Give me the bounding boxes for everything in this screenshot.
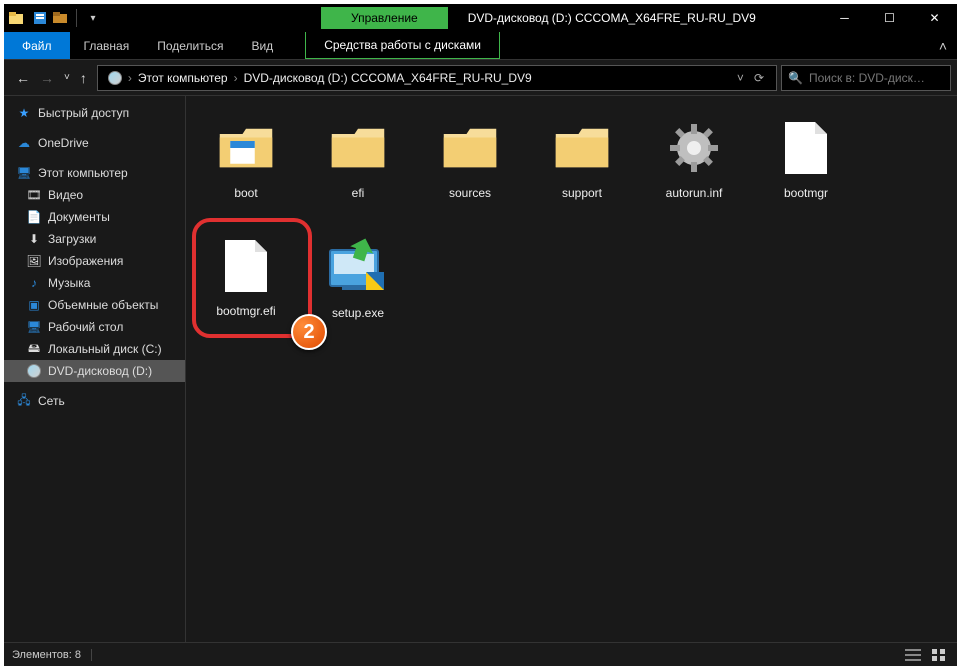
view-largeicons-icon[interactable] bbox=[929, 647, 949, 663]
ribbon: Файл Главная Поделиться Вид Средства раб… bbox=[4, 32, 957, 60]
sidebar-item-3d[interactable]: ▣Объемные объекты bbox=[4, 294, 185, 316]
file-item-boot[interactable]: boot bbox=[194, 106, 298, 216]
search-icon: 🔍 bbox=[788, 71, 803, 85]
sidebar-item-video[interactable]: 🎞Видео bbox=[4, 184, 185, 206]
bc-icon bbox=[104, 71, 126, 85]
cube-icon: ▣ bbox=[26, 297, 42, 313]
bc-sep-icon: › bbox=[126, 71, 134, 85]
maximize-button[interactable]: ☐ bbox=[867, 4, 912, 32]
file-grid: boot efi sources support bbox=[186, 96, 957, 642]
star-icon: ★ bbox=[16, 105, 32, 121]
tab-view[interactable]: Вид bbox=[237, 32, 287, 59]
cloud-icon: ☁ bbox=[16, 135, 32, 151]
app-icon bbox=[8, 10, 24, 26]
search-placeholder: Поиск в: DVD-диск… bbox=[809, 71, 925, 85]
qat-newfolder-icon[interactable] bbox=[52, 10, 68, 26]
file-item-efi[interactable]: efi bbox=[306, 106, 410, 216]
search-input[interactable]: 🔍 Поиск в: DVD-диск… bbox=[781, 65, 951, 91]
sidebar-item-pictures[interactable]: 🖼Изображения bbox=[4, 250, 185, 272]
refresh-icon[interactable]: ⟳ bbox=[754, 71, 764, 85]
documents-icon: 📄 bbox=[26, 209, 42, 225]
nav-recent-icon[interactable]: ˅ bbox=[64, 72, 70, 83]
sidebar-quick-access[interactable]: ★ Быстрый доступ bbox=[4, 102, 185, 124]
ribbon-expand-icon[interactable]: ˄ bbox=[939, 32, 957, 59]
bc-location[interactable]: DVD-дисковод (D:) CCCOMA_X64FRE_RU-RU_DV… bbox=[240, 71, 536, 85]
address-bar[interactable]: › Этот компьютер › DVD-дисковод (D:) CCC… bbox=[97, 65, 777, 91]
nav-back-icon[interactable]: ← bbox=[16, 70, 30, 86]
video-icon: 🎞 bbox=[26, 187, 42, 203]
music-icon: ♪ bbox=[26, 275, 42, 291]
drive-icon: 🖴 bbox=[26, 341, 42, 357]
navbar: ← → ˅ ↑ › Этот компьютер › DVD-дисковод … bbox=[4, 60, 957, 96]
pictures-icon: 🖼 bbox=[26, 253, 42, 269]
setup-icon bbox=[326, 236, 390, 300]
statusbar: Элементов: 8 bbox=[4, 642, 957, 666]
sidebar-item-music[interactable]: ♪Музыка bbox=[4, 272, 185, 294]
folder-icon bbox=[326, 116, 390, 180]
qat-dropdown-icon[interactable]: ▾ bbox=[85, 10, 101, 26]
window-title: DVD-дисковод (D:) CCCOMA_X64FRE_RU-RU_DV… bbox=[468, 11, 756, 25]
folder-icon bbox=[214, 116, 278, 180]
file-item-sources[interactable]: sources bbox=[418, 106, 522, 216]
sidebar-network[interactable]: 🖧 Сеть bbox=[4, 390, 185, 412]
bc-this-pc[interactable]: Этот компьютер bbox=[134, 71, 232, 85]
downloads-icon: ⬇ bbox=[26, 231, 42, 247]
monitor-icon: 🖥 bbox=[16, 165, 32, 181]
file-icon bbox=[774, 116, 838, 180]
desktop-icon: 🖥 bbox=[26, 319, 42, 335]
sidebar-item-local-disk[interactable]: 🖴Локальный диск (С:) bbox=[4, 338, 185, 360]
sidebar-item-downloads[interactable]: ⬇Загрузки bbox=[4, 228, 185, 250]
bc-dropdown-icon[interactable]: ˅ bbox=[737, 71, 744, 85]
tab-file[interactable]: Файл bbox=[4, 32, 70, 59]
step-badge: 2 bbox=[291, 314, 327, 350]
tab-home[interactable]: Главная bbox=[70, 32, 144, 59]
file-item-support[interactable]: support bbox=[530, 106, 634, 216]
gear-icon bbox=[662, 116, 726, 180]
file-item-autorun[interactable]: autorun.inf bbox=[642, 106, 746, 216]
manage-tab[interactable]: Управление bbox=[321, 7, 448, 29]
close-button[interactable]: ✕ bbox=[912, 4, 957, 32]
nav-up-icon[interactable]: ↑ bbox=[80, 70, 87, 86]
disc-icon bbox=[26, 363, 42, 379]
file-item-bootmgr[interactable]: bootmgr bbox=[754, 106, 858, 216]
bc-sep-icon: › bbox=[232, 71, 240, 85]
sidebar-item-dvd[interactable]: DVD-дисковод (D:) bbox=[4, 360, 185, 382]
folder-icon bbox=[438, 116, 502, 180]
nav-forward-icon[interactable]: → bbox=[40, 70, 54, 86]
folder-icon bbox=[550, 116, 614, 180]
network-icon: 🖧 bbox=[16, 393, 32, 409]
file-item-bootmgr-efi[interactable]: bootmgr.efi bbox=[194, 224, 298, 334]
tab-share[interactable]: Поделиться bbox=[143, 32, 237, 59]
sidebar-this-pc[interactable]: 🖥 Этот компьютер bbox=[4, 162, 185, 184]
sidebar-item-documents[interactable]: 📄Документы bbox=[4, 206, 185, 228]
titlebar: ▾ Управление DVD-дисковод (D:) CCCOMA_X6… bbox=[4, 4, 957, 32]
explorer-window: ▾ Управление DVD-дисковод (D:) CCCOMA_X6… bbox=[0, 0, 961, 670]
status-text: Элементов: 8 bbox=[12, 649, 92, 661]
sidebar: ★ Быстрый доступ ☁ OneDrive 🖥 Этот компь… bbox=[4, 96, 186, 642]
view-details-icon[interactable] bbox=[903, 647, 923, 663]
tab-drive-tools[interactable]: Средства работы с дисками bbox=[305, 32, 500, 59]
qat-properties-icon[interactable] bbox=[32, 10, 48, 26]
sidebar-item-desktop[interactable]: 🖥Рабочий стол bbox=[4, 316, 185, 338]
minimize-button[interactable]: ─ bbox=[822, 4, 867, 32]
file-icon bbox=[214, 234, 278, 298]
sidebar-onedrive[interactable]: ☁ OneDrive bbox=[4, 132, 185, 154]
